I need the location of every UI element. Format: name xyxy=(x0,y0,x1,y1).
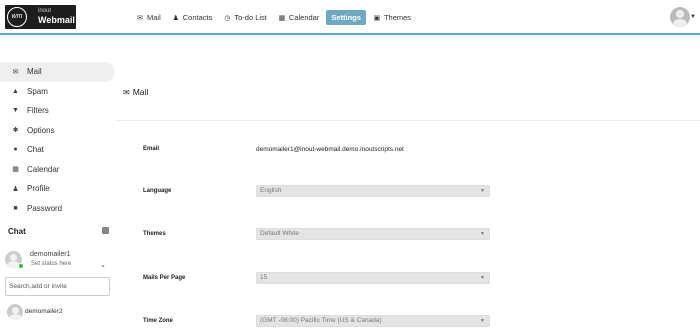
sidebar-item-calendar[interactable]: ▦ Calendar xyxy=(0,160,115,180)
nav-mail-label: Mail xyxy=(147,13,161,22)
calendar-icon: ▦ xyxy=(12,166,19,174)
envelope-icon: ✉ xyxy=(123,87,130,97)
mails-per-page-label: Mails Per Page xyxy=(143,275,186,281)
mails-per-page-value: 15 xyxy=(260,274,268,281)
themes-select[interactable]: Default White ▼ xyxy=(256,228,490,240)
nav-mail[interactable]: ✉ Mail xyxy=(132,10,165,25)
themes-select-value: Default White xyxy=(260,230,300,237)
gear-icon: ✱ xyxy=(12,127,19,135)
logo-badge: wm xyxy=(7,7,27,27)
sidebar-item-label: Filters xyxy=(27,106,49,116)
chevron-down-icon[interactable]: ⌄ xyxy=(100,261,106,269)
sidebar-item-options[interactable]: ✱ Options xyxy=(0,121,115,141)
status-text[interactable]: Set status here xyxy=(31,261,71,267)
page-title: ✉ Mail xyxy=(123,87,148,97)
themes-label: Themes xyxy=(143,231,166,237)
calendar-icon: ▦ xyxy=(278,14,286,22)
filter-icon: ▼ xyxy=(12,107,19,115)
nav-settings-label: Settings xyxy=(331,13,361,22)
language-select-value: English xyxy=(260,187,282,194)
chat-options-icon[interactable] xyxy=(102,227,109,234)
timezone-select[interactable]: (GMT -08:00) Pacific Time (US & Canada) … xyxy=(256,315,490,327)
envelope-icon: ✉ xyxy=(12,68,19,76)
nav-calendar-label: Calendar xyxy=(288,13,320,22)
sidebar-item-label: Calendar xyxy=(27,164,60,174)
caret-down-icon: ▼ xyxy=(480,275,485,281)
timezone-label: Time Zone xyxy=(143,318,173,324)
email-value: demomailer1@inout-webmail.demo.inoutscri… xyxy=(256,146,404,153)
sidebar-item-mail[interactable]: ✉ Mail xyxy=(0,62,115,82)
picture-icon: ▣ xyxy=(373,14,381,22)
user-icon: ♟ xyxy=(172,14,179,22)
sidebar-item-filters[interactable]: ▼ Filters xyxy=(0,101,115,121)
language-select[interactable]: English ▼ xyxy=(256,185,490,197)
main-nav: ✉ Mail ♟ Contacts ◷ To-do List ▦ Calenda… xyxy=(132,10,418,25)
sidebar-item-password[interactable]: ■ Password xyxy=(0,199,115,219)
logo-big-text: Webmail xyxy=(38,15,75,25)
chat-search-input[interactable] xyxy=(5,277,110,296)
caret-down-icon: ▼ xyxy=(480,231,485,237)
top-header: wm inout Webmail ✉ Mail ♟ Contacts ◷ To-… xyxy=(0,0,700,35)
sidebar-item-label: Profile xyxy=(27,184,50,194)
settings-sidebar: ✉ Mail ▲ Spam ▼ Filters ✱ Options ● Chat… xyxy=(0,62,115,218)
sidebar-item-profile[interactable]: ♟ Profile xyxy=(0,179,115,199)
chat-self: demomailer1 Set status here ⌄ xyxy=(5,250,115,270)
nav-todo-label: To-do List xyxy=(234,13,267,22)
sidebar-item-label: Chat xyxy=(27,145,44,155)
caret-down-icon: ▼ xyxy=(480,318,485,324)
nav-contacts-label: Contacts xyxy=(182,13,213,22)
nav-themes-label: Themes xyxy=(383,13,412,22)
logo-small-text: inout xyxy=(38,8,52,14)
chat-title: Chat xyxy=(8,227,26,236)
divider xyxy=(115,120,700,121)
page-title-label: Mail xyxy=(132,87,149,97)
nav-themes[interactable]: ▣ Themes xyxy=(369,10,415,25)
user-avatar[interactable] xyxy=(670,7,690,27)
nav-calendar[interactable]: ▦ Calendar xyxy=(274,10,323,25)
sidebar-item-chat[interactable]: ● Chat xyxy=(0,140,115,160)
email-label: Email xyxy=(143,146,160,152)
lock-icon: ■ xyxy=(13,204,18,212)
warning-icon: ▲ xyxy=(12,87,19,95)
language-label: Language xyxy=(143,188,172,194)
nav-todo[interactable]: ◷ To-do List xyxy=(219,10,271,25)
sidebar-item-label: Spam xyxy=(27,86,48,96)
app-logo[interactable]: wm inout Webmail xyxy=(5,5,76,29)
caret-down-icon: ▼ xyxy=(480,188,485,194)
envelope-icon: ✉ xyxy=(137,14,143,22)
online-status-icon xyxy=(18,263,24,269)
caret-down-icon[interactable]: ▼ xyxy=(690,14,696,20)
sidebar-item-spam[interactable]: ▲ Spam xyxy=(0,82,115,102)
chat-icon: ● xyxy=(13,146,18,154)
nav-contacts[interactable]: ♟ Contacts xyxy=(168,10,217,25)
nav-settings[interactable]: Settings xyxy=(326,10,366,25)
avatar xyxy=(7,304,23,320)
sidebar-item-label: Mail xyxy=(27,67,42,77)
contact-name: demomailer2 xyxy=(25,308,63,315)
timezone-value: (GMT -08:00) Pacific Time (US & Canada) xyxy=(260,317,382,324)
self-name: demomailer1 xyxy=(30,251,71,258)
sidebar-item-label: Options xyxy=(27,125,55,135)
sidebar-item-label: Password xyxy=(27,203,63,213)
user-icon: ♟ xyxy=(12,185,19,193)
chat-contact[interactable]: demomailer2 xyxy=(7,304,115,322)
mails-per-page-select[interactable]: 15 ▼ xyxy=(256,272,490,284)
clock-icon: ◷ xyxy=(224,14,231,22)
